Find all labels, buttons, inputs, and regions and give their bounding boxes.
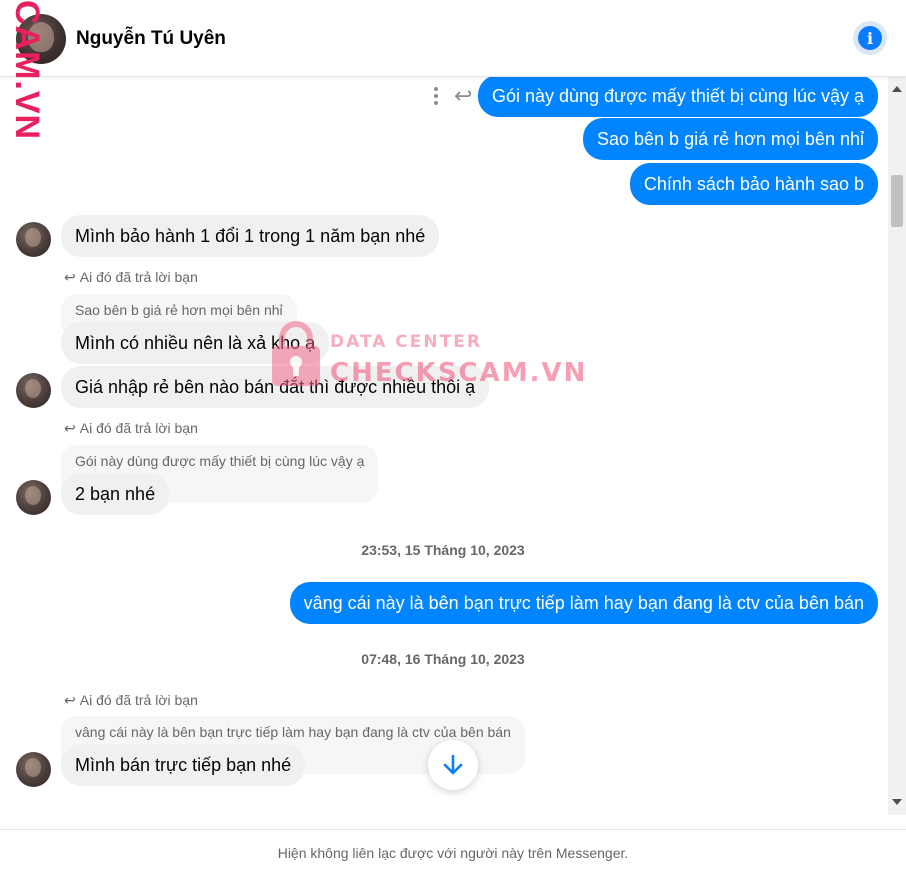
incoming-message[interactable]: 2 bạn nhé: [61, 473, 170, 515]
message-actions: ↩: [428, 85, 480, 107]
reply-arrow-icon: ↩: [64, 692, 76, 708]
contact-avatar[interactable]: [16, 14, 66, 64]
reply-notice: ↩ Ai đó đã trả lời bạn: [64, 420, 198, 436]
incoming-message[interactable]: Mình bảo hành 1 đổi 1 trong 1 năm bạn nh…: [61, 215, 440, 257]
scrollbar-thumb[interactable]: [891, 175, 903, 227]
contact-avatar-small[interactable]: [16, 222, 51, 257]
watermark-line1: DATA CENTER: [330, 332, 482, 352]
info-button[interactable]: i: [853, 21, 887, 55]
chat-header: Nguyễn Tú Uyên i: [0, 0, 906, 77]
more-options-icon[interactable]: [432, 85, 440, 107]
timestamp: 23:53, 15 Tháng 10, 2023: [361, 542, 525, 558]
incoming-message[interactable]: Giá nhập rẻ bên nào bán đắt thì được nhi…: [61, 366, 490, 408]
reply-notice: ↩ Ai đó đã trả lời bạn: [64, 269, 198, 285]
contact-avatar-small[interactable]: [16, 373, 51, 408]
scrollbar[interactable]: [888, 77, 906, 815]
scroll-to-bottom-button[interactable]: [428, 740, 478, 790]
outgoing-message[interactable]: vâng cái này là bên bạn trực tiếp làm ha…: [289, 582, 878, 624]
outgoing-message[interactable]: Gói này dùng được mấy thiết bị cùng lúc …: [477, 75, 878, 117]
arrow-down-icon: [443, 754, 463, 775]
contact-avatar-small[interactable]: [16, 480, 51, 515]
scroll-up-icon[interactable]: [892, 86, 902, 92]
contact-avatar-small[interactable]: [16, 752, 51, 787]
incoming-message[interactable]: Mình có nhiều nên là xả kho ạ: [61, 322, 330, 364]
scroll-down-icon[interactable]: [892, 799, 902, 805]
reply-arrow-icon: ↩: [64, 269, 76, 285]
reply-notice: ↩ Ai đó đã trả lời bạn: [64, 692, 198, 708]
reply-arrow-icon: ↩: [64, 420, 76, 436]
reply-icon[interactable]: ↩: [454, 85, 472, 107]
timestamp: 07:48, 16 Tháng 10, 2023: [361, 651, 525, 667]
outgoing-message[interactable]: Chính sách bảo hành sao b: [629, 163, 878, 205]
contact-name[interactable]: Nguyễn Tú Uyên: [76, 28, 226, 50]
incoming-message[interactable]: Mình bán trực tiếp bạn nhé: [61, 744, 306, 786]
unavailable-notice: Hiện không liên lạc được với người này t…: [0, 829, 906, 871]
outgoing-message[interactable]: Sao bên b giá rẻ hơn mọi bên nhỉ: [583, 118, 878, 160]
info-icon: i: [858, 26, 882, 50]
